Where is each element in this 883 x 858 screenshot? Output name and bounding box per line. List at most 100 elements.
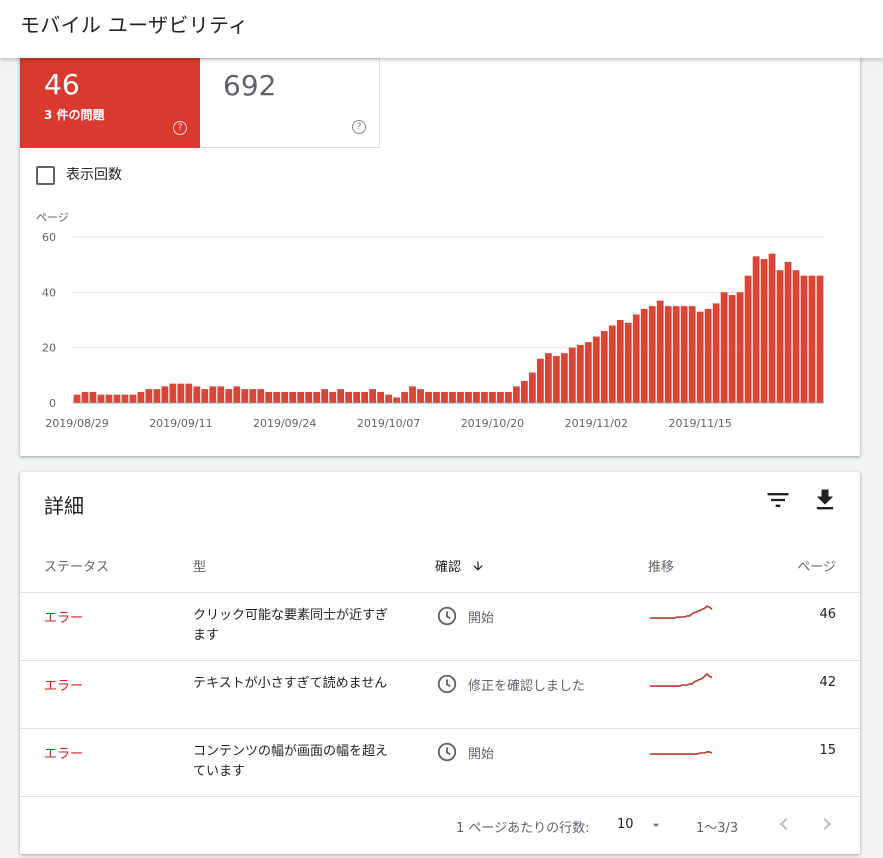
- y-tick-label: 40: [42, 286, 56, 299]
- chevron-right-icon[interactable]: [815, 812, 839, 836]
- bar: [417, 389, 424, 403]
- bar: [600, 331, 608, 403]
- bar: [664, 306, 672, 403]
- bar: [760, 259, 768, 403]
- bar: [457, 391, 464, 403]
- bar: [648, 306, 656, 403]
- bar: [505, 391, 512, 403]
- bar: [121, 394, 129, 403]
- bar: [489, 391, 496, 403]
- bar: [201, 389, 209, 403]
- trend-sparkline: [650, 673, 713, 687]
- bar: [177, 383, 185, 403]
- page-range: 1～3/3: [696, 821, 739, 836]
- download-icon[interactable]: [811, 486, 839, 514]
- clock-icon: [437, 674, 457, 694]
- bar: [225, 389, 233, 403]
- bar: [265, 391, 273, 403]
- issue-type[interactable]: テキストが小さすぎて読めません: [193, 674, 393, 694]
- valid-count: 692: [223, 69, 277, 102]
- bar: [736, 292, 744, 403]
- arrow-down-icon: [473, 561, 483, 571]
- impressions-checkbox-label[interactable]: 表示回数: [66, 164, 122, 184]
- bar: [433, 391, 440, 403]
- bar: [361, 391, 369, 403]
- x-tick-label: 2019/08/29: [45, 417, 108, 430]
- bar: [217, 386, 225, 403]
- impressions-checkbox[interactable]: [36, 166, 55, 185]
- bar: [792, 270, 800, 403]
- bar: [169, 383, 177, 403]
- validation-status: 修正を確認しました: [468, 679, 586, 694]
- bar: [800, 275, 808, 403]
- bar: [744, 275, 752, 403]
- bar: [193, 386, 201, 403]
- help-icon[interactable]: ?: [173, 121, 187, 135]
- bar: [273, 391, 281, 403]
- pages-bar-chart: ページ 0 20 40 60 2019/08/29 2019/09/11 2019/09/24…: [36, 211, 824, 430]
- bar: [105, 394, 113, 403]
- bar: [409, 386, 416, 403]
- filter-icon[interactable]: [764, 486, 792, 514]
- bar: [624, 322, 632, 403]
- bar: [784, 261, 792, 403]
- bar: [752, 256, 760, 403]
- bar: [568, 347, 576, 403]
- bar: [616, 320, 624, 403]
- bar: [137, 391, 145, 403]
- bar: [640, 308, 648, 403]
- table-row[interactable]: エラー コンテンツの幅が画面の幅を超えています 開始 15: [20, 728, 860, 796]
- column-header-type[interactable]: 型: [193, 556, 206, 575]
- bar: [241, 389, 249, 403]
- bar: [249, 389, 257, 403]
- sparkline-path: [650, 673, 713, 687]
- x-tick-label: 2019/11/15: [668, 417, 731, 430]
- table-row[interactable]: エラー クリック可能な要素同士が近すぎます 開始 46: [20, 592, 860, 660]
- help-icon[interactable]: ?: [352, 120, 366, 134]
- bar: [281, 391, 289, 403]
- error-count-tile[interactable]: 46 3 件の問題 ?: [20, 58, 200, 148]
- x-tick-label: 2019/09/11: [149, 417, 212, 430]
- bar: [728, 295, 736, 403]
- bar: [401, 391, 408, 403]
- y-tick-label: 0: [49, 397, 56, 410]
- bar: [377, 391, 384, 403]
- bar: [688, 306, 696, 403]
- bar: [656, 300, 664, 403]
- affected-pages: 15: [819, 743, 836, 758]
- bar: [576, 344, 584, 403]
- bar: [297, 391, 305, 403]
- bar: [536, 358, 544, 403]
- status-label: エラー: [44, 747, 84, 762]
- column-header-validation[interactable]: 確認: [435, 556, 485, 575]
- bar: [680, 306, 688, 403]
- bar: [129, 394, 137, 403]
- x-tick-label: 2019/10/20: [461, 417, 524, 430]
- bar: [233, 386, 241, 403]
- issue-type[interactable]: クリック可能な要素同士が近すぎます: [193, 606, 393, 646]
- table-row[interactable]: エラー テキストが小さすぎて読めません 修正を確認しました 42: [20, 660, 860, 728]
- bar: [145, 389, 153, 403]
- bar: [544, 353, 552, 403]
- bar: [552, 355, 560, 403]
- column-header-validation-label: 確認: [435, 560, 462, 575]
- bar: [497, 391, 504, 403]
- valid-count-tile[interactable]: 692 ?: [200, 58, 380, 148]
- bar: [185, 383, 193, 403]
- issue-type[interactable]: コンテンツの幅が画面の幅を超えています: [193, 742, 393, 782]
- bar: [704, 308, 712, 403]
- y-axis-label: ページ: [36, 211, 69, 224]
- table-pagination: 1 ページあたりの行数: 10 1～3/3: [20, 796, 860, 854]
- bar: [353, 391, 361, 403]
- bar: [313, 391, 321, 403]
- dropdown-arrow-icon[interactable]: [648, 817, 664, 833]
- chevron-left-icon[interactable]: [772, 812, 796, 836]
- column-header-trend[interactable]: 推移: [648, 556, 674, 575]
- column-header-pages[interactable]: ページ: [797, 556, 836, 575]
- y-tick-label: 60: [42, 231, 56, 244]
- bar: [473, 391, 480, 403]
- affected-pages: 46: [819, 607, 836, 622]
- bar: [161, 386, 169, 403]
- rows-per-page-select[interactable]: 10: [617, 817, 634, 832]
- column-header-status[interactable]: ステータス: [44, 556, 109, 575]
